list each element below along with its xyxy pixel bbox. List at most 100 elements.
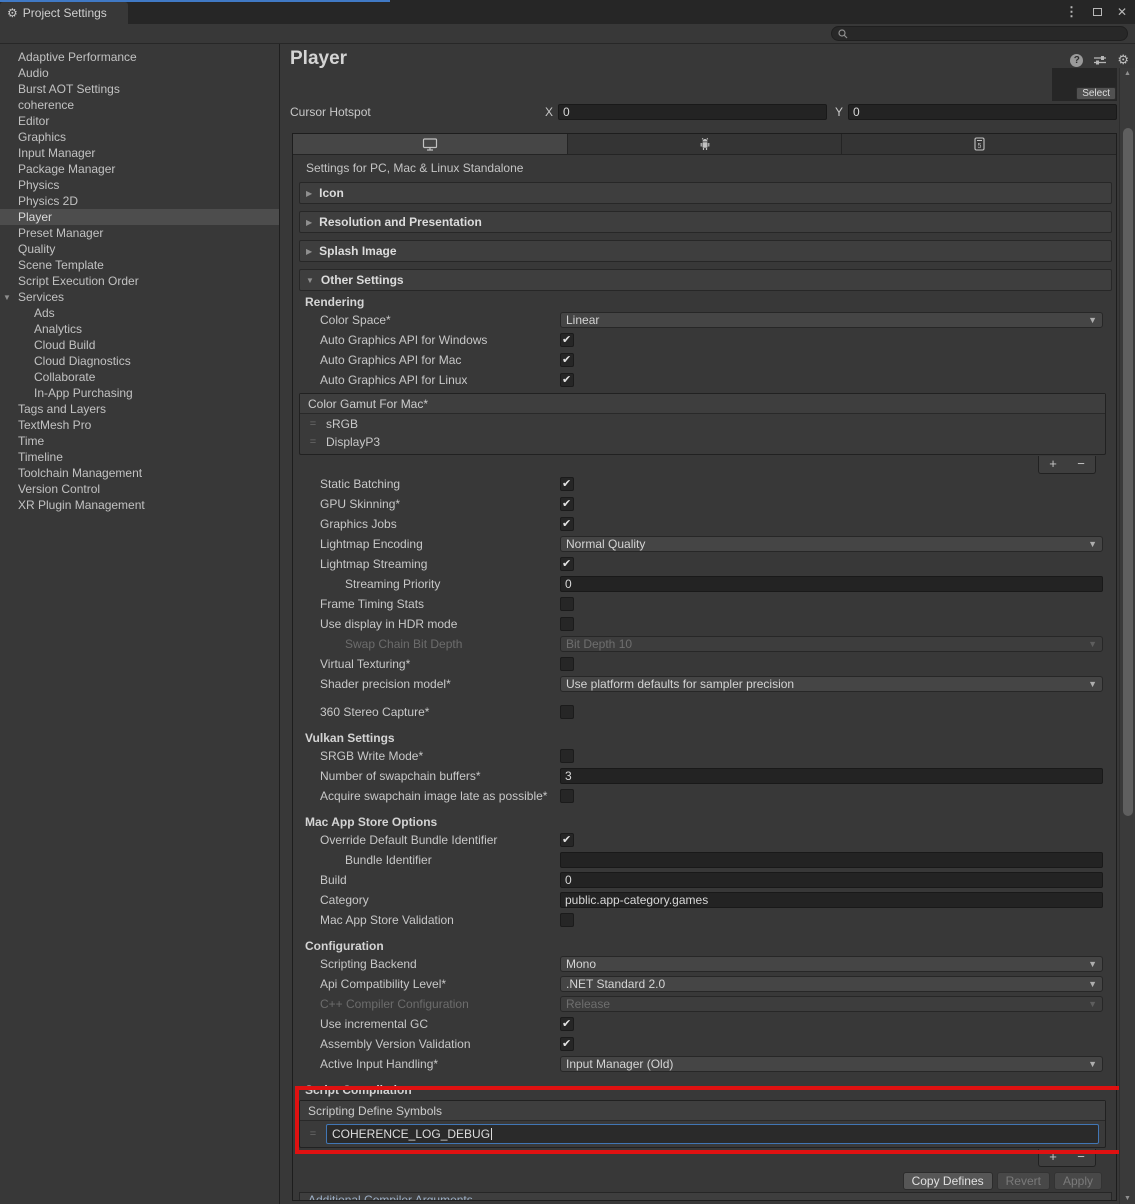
acquire-late-checkbox[interactable] [560, 789, 574, 803]
sidebar-item-preset-manager[interactable]: ▼Preset Manager [0, 225, 279, 241]
window-tab-project-settings[interactable]: ⚙ Project Settings [0, 2, 128, 24]
auto-api-windows-checkbox[interactable] [560, 333, 574, 347]
tab-webgl[interactable]: 5 [842, 134, 1116, 154]
frame-timing-checkbox[interactable] [560, 597, 574, 611]
drag-handle-icon[interactable]: = [300, 1128, 326, 1140]
color-space-dropdown[interactable]: Linear▼ [560, 312, 1103, 328]
sidebar-item-label: Ads [0, 306, 55, 320]
cursor-hotspot-y-field[interactable]: 0 [848, 104, 1117, 120]
sidebar-item-graphics[interactable]: ▼Graphics [0, 129, 279, 145]
api-compatibility-dropdown[interactable]: .NET Standard 2.0▼ [560, 976, 1103, 992]
color-gamut-item-srgb[interactable]: =sRGB [300, 415, 1105, 433]
category-field[interactable]: public.app-category.games [560, 892, 1103, 908]
mac-validation-checkbox[interactable] [560, 913, 574, 927]
remove-button[interactable]: − [1067, 456, 1095, 473]
shader-precision-dropdown[interactable]: Use platform defaults for sampler precis… [560, 676, 1103, 692]
maximize-icon[interactable] [1093, 8, 1102, 16]
sidebar-item-physics-2d[interactable]: ▼Physics 2D [0, 193, 279, 209]
revert-button: Revert [997, 1172, 1050, 1190]
sidebar-item-analytics[interactable]: ▼Analytics [0, 321, 279, 337]
search-input[interactable] [831, 26, 1128, 41]
graphics-jobs-checkbox[interactable] [560, 517, 574, 531]
sidebar-item-textmesh-pro[interactable]: ▼TextMesh Pro [0, 417, 279, 433]
sidebar-item-in-app-purchasing[interactable]: ▼In-App Purchasing [0, 385, 279, 401]
y-axis-label: Y [835, 105, 843, 119]
streaming-priority-field[interactable]: 0 [560, 576, 1103, 592]
gpu-skinning-checkbox[interactable] [560, 497, 574, 511]
remove-button[interactable]: − [1067, 1149, 1095, 1166]
tab-standalone[interactable] [293, 134, 568, 154]
sidebar-item-tags-and-layers[interactable]: ▼Tags and Layers [0, 401, 279, 417]
cursor-hotspot-x-field[interactable]: 0 [558, 104, 827, 120]
sidebar-item-scene-template[interactable]: ▼Scene Template [0, 257, 279, 273]
close-icon[interactable]: ✕ [1117, 5, 1127, 19]
drag-handle-icon[interactable]: = [300, 436, 326, 448]
add-button[interactable]: + [1039, 1149, 1067, 1166]
sidebar-item-burst-aot-settings[interactable]: ▼Burst AOT Settings [0, 81, 279, 97]
define-symbol-input[interactable]: COHERENCE_LOG_DEBUG [326, 1124, 1099, 1144]
foldout-icon-section[interactable]: ▶ Icon [299, 182, 1112, 204]
copy-defines-button[interactable]: Copy Defines [903, 1172, 993, 1190]
lightmap-streaming-checkbox[interactable] [560, 557, 574, 571]
sidebar-item-audio[interactable]: ▼Audio [0, 65, 279, 81]
sidebar-item-xr-plugin-management[interactable]: ▼XR Plugin Management [0, 497, 279, 513]
sidebar-item-timeline[interactable]: ▼Timeline [0, 449, 279, 465]
sidebar-item-input-manager[interactable]: ▼Input Manager [0, 145, 279, 161]
virtual-texturing-checkbox[interactable] [560, 657, 574, 671]
x-axis-label: X [545, 105, 553, 119]
auto-api-linux-checkbox[interactable] [560, 373, 574, 387]
foldout-arrow-icon[interactable]: ▼ [3, 293, 11, 302]
sidebar-item-collaborate[interactable]: ▼Collaborate [0, 369, 279, 385]
presets-icon[interactable] [1093, 54, 1107, 66]
lightmap-encoding-dropdown[interactable]: Normal Quality▼ [560, 536, 1103, 552]
tab-android[interactable] [568, 134, 843, 154]
foldout-other-settings-section[interactable]: ▼ Other Settings [299, 269, 1112, 291]
sidebar-item-services[interactable]: ▼Services [0, 289, 279, 305]
sidebar-item-version-control[interactable]: ▼Version Control [0, 481, 279, 497]
auto-api-mac-checkbox[interactable] [560, 353, 574, 367]
scroll-down-arrow-icon[interactable]: ▼ [1120, 1195, 1135, 1202]
foldout-collapsed-arrow-icon: ▶ [306, 218, 312, 227]
incremental-gc-checkbox[interactable] [560, 1017, 574, 1031]
static-batching-checkbox[interactable] [560, 477, 574, 491]
select-button[interactable]: Select [1076, 87, 1116, 100]
scripting-backend-dropdown[interactable]: Mono▼ [560, 956, 1103, 972]
bundle-identifier-field[interactable] [560, 852, 1103, 868]
swapchain-buffers-field[interactable]: 3 [560, 768, 1103, 784]
help-icon[interactable]: ? [1070, 54, 1083, 67]
sidebar-item-quality[interactable]: ▼Quality [0, 241, 279, 257]
stereo-capture-checkbox[interactable] [560, 705, 574, 719]
sidebar-item-script-execution-order[interactable]: ▼Script Execution Order [0, 273, 279, 289]
define-symbols-list: Scripting Define Symbols = COHERENCE_LOG… [299, 1100, 1106, 1148]
sidebar-item-time[interactable]: ▼Time [0, 433, 279, 449]
sidebar-item-cloud-diagnostics[interactable]: ▼Cloud Diagnostics [0, 353, 279, 369]
sidebar-item-ads[interactable]: ▼Ads [0, 305, 279, 321]
build-field[interactable]: 0 [560, 872, 1103, 888]
sidebar-item-toolchain-management[interactable]: ▼Toolchain Management [0, 465, 279, 481]
sidebar-item-coherence[interactable]: ▼coherence [0, 97, 279, 113]
add-button[interactable]: + [1039, 456, 1067, 473]
vertical-scrollbar[interactable]: ▲ ▼ [1119, 68, 1135, 1204]
foldout-splash-section[interactable]: ▶ Splash Image [299, 240, 1112, 262]
scroll-up-arrow-icon[interactable]: ▲ [1120, 70, 1135, 77]
srgb-write-checkbox[interactable] [560, 749, 574, 763]
assembly-validation-checkbox[interactable] [560, 1037, 574, 1051]
cpp-config-dropdown: Release▼ [560, 996, 1103, 1012]
foldout-resolution-section[interactable]: ▶ Resolution and Presentation [299, 211, 1112, 233]
scrollbar-thumb[interactable] [1123, 128, 1133, 816]
drag-handle-icon[interactable]: = [300, 418, 326, 430]
sidebar-item-adaptive-performance[interactable]: ▼Adaptive Performance [0, 49, 279, 65]
sidebar-item-physics[interactable]: ▼Physics [0, 177, 279, 193]
panel-gear-icon[interactable]: ⚙ [1117, 52, 1129, 68]
sidebar-item-label: Adaptive Performance [0, 50, 137, 64]
override-bundle-checkbox[interactable] [560, 833, 574, 847]
sidebar-item-editor[interactable]: ▼Editor [0, 113, 279, 129]
window-menu-icon[interactable]: ⋮ [1065, 4, 1078, 20]
sidebar-item-player[interactable]: ▼Player [0, 209, 279, 225]
active-input-dropdown[interactable]: Input Manager (Old)▼ [560, 1056, 1103, 1072]
cursor-texture-picker[interactable]: Select [1052, 68, 1117, 101]
hdr-mode-checkbox[interactable] [560, 617, 574, 631]
color-gamut-item-displayp3[interactable]: =DisplayP3 [300, 433, 1105, 451]
sidebar-item-cloud-build[interactable]: ▼Cloud Build [0, 337, 279, 353]
sidebar-item-package-manager[interactable]: ▼Package Manager [0, 161, 279, 177]
